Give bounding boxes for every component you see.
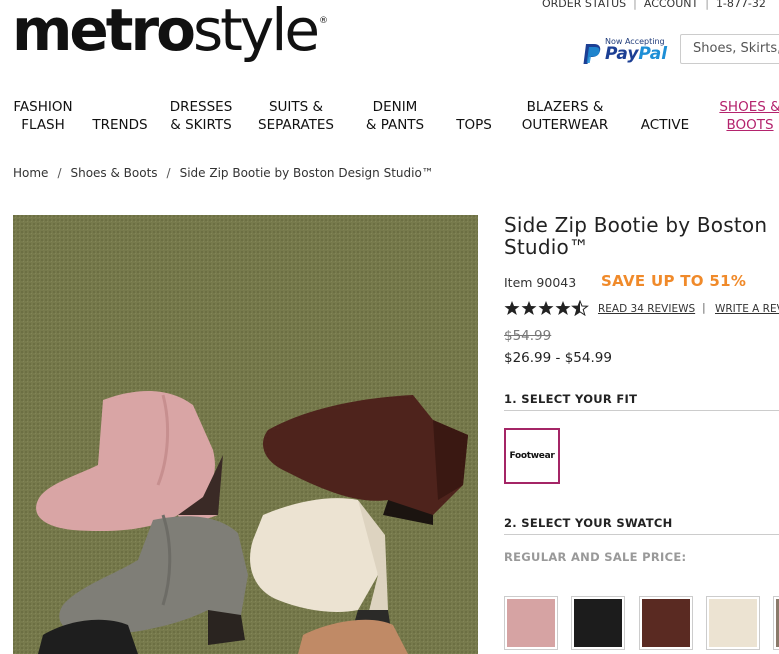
fit-heading: 1. SELECT YOUR FIT — [504, 392, 638, 406]
fit-option-footwear[interactable]: Footwear — [504, 428, 560, 484]
divider — [504, 410, 779, 411]
top-links: ORDER STATUS | ACCOUNT | 1-877-32 — [542, 0, 766, 10]
nav-label-line2: SEPARATES — [258, 117, 334, 133]
swatch-color — [574, 599, 622, 647]
swatch-partial[interactable] — [773, 596, 779, 650]
nav-fashion-flash[interactable]: FASHION FLASH — [12, 98, 74, 134]
nav-label-line1: BLAZERS & — [526, 99, 604, 115]
nav-trends[interactable]: TRENDS — [88, 98, 152, 134]
divider — [504, 534, 779, 535]
nav-label-line2: & PANTS — [365, 117, 425, 133]
nav-label-line1: FASHION — [13, 99, 73, 115]
nav-label-line1 — [636, 98, 694, 116]
star-rating-icon — [504, 300, 588, 316]
booties-photo — [13, 215, 478, 654]
account-link[interactable]: ACCOUNT — [644, 0, 698, 10]
product-title-line1: Side Zip Bootie by Boston — [504, 213, 768, 237]
logo-registered-mark: ® — [319, 16, 329, 26]
read-reviews-link[interactable]: READ 34 REVIEWS — [598, 303, 695, 315]
nav-suits-separates[interactable]: SUITS & SEPARATES — [253, 98, 339, 134]
write-review-link[interactable]: WRITE A REV — [715, 303, 779, 315]
divider: | — [705, 0, 709, 10]
nav-label-line1: SUITS & — [268, 99, 324, 115]
paypal-icon — [583, 44, 601, 64]
paypal-pal: Pal — [638, 44, 668, 64]
nav-label-line2: OUTERWEAR — [521, 117, 609, 133]
nav-denim-pants[interactable]: DENIM & PANTS — [361, 98, 429, 134]
logo-text-rest: style — [192, 0, 320, 64]
swatch-color — [709, 599, 757, 647]
nav-label-line2: TOPS — [456, 117, 492, 133]
nav-blazers-outerwear[interactable]: BLAZERS & OUTERWEAR — [520, 98, 610, 134]
paypal-wordmark: PayPal — [605, 44, 667, 64]
nav-active[interactable]: ACTIVE — [636, 98, 694, 134]
nav-dresses-skirts[interactable]: DRESSES & SKIRTS — [166, 98, 236, 134]
order-status-link[interactable]: ORDER STATUS — [542, 0, 626, 10]
nav-label-line1 — [450, 98, 498, 116]
rating-stars — [504, 300, 592, 320]
product-image[interactable] — [13, 215, 478, 654]
product-title: Side Zip Bootie by Boston Studio™ — [504, 214, 779, 258]
swatch-pink[interactable] — [504, 596, 558, 650]
sale-price-range: $26.99 - $54.99 — [504, 350, 612, 366]
nav-label-line2: FLASH — [21, 117, 65, 133]
swatch-brown[interactable] — [639, 596, 693, 650]
breadcrumb-shoes-boots[interactable]: Shoes & Boots — [70, 166, 157, 180]
paypal-pay: Pay — [605, 44, 639, 64]
nav-label-line2: BOOTS — [726, 117, 774, 133]
breadcrumb-separator: / — [57, 166, 62, 180]
swatch-color — [642, 599, 690, 647]
product-title-line2: Studio™ — [504, 235, 590, 259]
logo-text-main: metro — [12, 0, 196, 64]
breadcrumb: Home / Shoes & Boots / Side Zip Bootie by Bo… — [13, 166, 434, 180]
swatch-cream[interactable] — [706, 596, 760, 650]
nav-shoes-boots[interactable]: SHOES & BOOTS — [718, 98, 779, 134]
phone-link[interactable]: 1-877-32 — [716, 0, 766, 10]
nav-label-line1: SHOES & — [719, 99, 779, 115]
original-price: $54.99 — [504, 328, 552, 344]
price-type-label: REGULAR AND SALE PRICE: — [504, 550, 687, 564]
nav-label-line2: TRENDS — [92, 117, 148, 133]
nav-label-line1 — [88, 98, 152, 116]
breadcrumb-home[interactable]: Home — [13, 166, 48, 180]
divider: | — [633, 0, 637, 10]
nav-label-line1: DRESSES — [169, 99, 233, 115]
breadcrumb-separator: / — [166, 166, 171, 180]
nav-tops[interactable]: TOPS — [450, 98, 498, 134]
swatch-color — [507, 599, 555, 647]
breadcrumb-current: Side Zip Bootie by Boston Design Studio™ — [179, 166, 434, 180]
save-badge: SAVE UP TO 51% — [601, 272, 747, 290]
nav-label-line2: & SKIRTS — [170, 117, 232, 133]
search-input[interactable]: Shoes, Skirts, — [680, 34, 779, 64]
swatch-heading: 2. SELECT YOUR SWATCH — [504, 516, 673, 530]
divider: | — [702, 301, 706, 314]
item-number: Item 90043 — [504, 275, 577, 290]
swatch-black[interactable] — [571, 596, 625, 650]
site-logo[interactable]: metrostyle ® — [12, 0, 329, 64]
nav-label-line1: DENIM — [372, 99, 418, 115]
nav-label-line2: ACTIVE — [640, 117, 690, 133]
